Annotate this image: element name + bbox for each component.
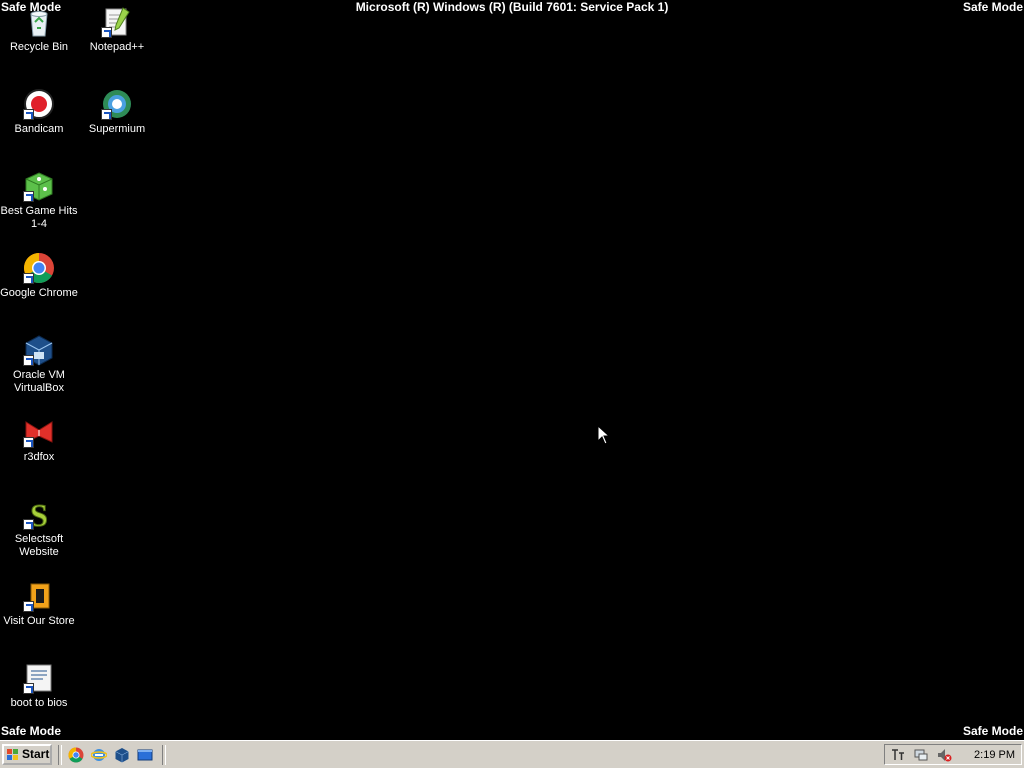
game-cube-icon: [23, 170, 55, 202]
desktop-icon-notepad-plus-plus[interactable]: Notepad++: [78, 6, 156, 54]
taskbar-clock[interactable]: 2:19 PM: [974, 748, 1015, 762]
notepad-plus-plus-icon: [101, 6, 133, 38]
supermium-icon: [101, 88, 133, 120]
input-method-icon[interactable]: [890, 747, 906, 763]
network-icon[interactable]: [913, 747, 929, 763]
shortcut-arrow-icon: [101, 109, 112, 120]
desktop-icon-label: Oracle VM VirtualBox: [13, 369, 65, 394]
chrome-icon: [23, 252, 55, 284]
desktop-icon-label: Selectsoft Website: [14, 533, 64, 558]
quick-launch-virtualbox-icon[interactable]: [114, 747, 130, 763]
safe-mode-label-bottom-left: Safe Mode: [1, 724, 62, 738]
selectsoft-icon: S: [23, 497, 55, 534]
quick-launch-internet-explorer-icon[interactable]: [90, 747, 108, 763]
desktop-icon-label: Recycle Bin: [9, 41, 69, 53]
desktop-icon-label: Google Chrome: [0, 287, 78, 299]
desktop-icon-boot-to-bios[interactable]: boot to bios: [0, 662, 78, 710]
desktop-icon-virtualbox[interactable]: Oracle VM VirtualBox: [0, 334, 78, 395]
shortcut-arrow-icon: [23, 519, 34, 530]
windows-flag-icon: [7, 749, 19, 760]
system-tray: 2:19 PM: [884, 744, 1022, 765]
desktop-icon-recycle-bin[interactable]: Recycle Bin: [0, 6, 78, 54]
shortcut-arrow-icon: [23, 683, 34, 694]
desktop-icon-label: Bandicam: [14, 123, 64, 135]
taskbar: Start 2:19 PM: [0, 740, 1024, 768]
taskbar-separator: [58, 745, 62, 765]
safe-mode-label-top-right: Safe Mode: [962, 0, 1023, 14]
desktop-icon-label: Supermium: [88, 123, 146, 135]
shortcut-arrow-icon: [23, 109, 34, 120]
mouse-cursor-icon: [597, 424, 611, 445]
shortcut-arrow-icon: [23, 355, 34, 366]
safe-mode-label-bottom-right: Safe Mode: [962, 724, 1023, 738]
desktop[interactable]: Safe Mode Microsoft (R) Windows (R) (Bui…: [0, 0, 1024, 740]
shortcut-arrow-icon: [101, 27, 112, 38]
r3dfox-icon: [23, 416, 55, 448]
desktop-icon-best-game-hits[interactable]: Best Game Hits 1-4: [0, 170, 78, 231]
desktop-icon-bandicam[interactable]: Bandicam: [0, 88, 78, 136]
desktop-icon-google-chrome[interactable]: Google Chrome: [0, 252, 78, 300]
virtualbox-icon: [23, 334, 55, 366]
desktop-icon-label: Notepad++: [89, 41, 145, 53]
document-icon: [23, 662, 55, 694]
start-button[interactable]: Start: [2, 744, 52, 765]
desktop-icon-selectsoft-website[interactable]: S Selectsoft Website: [0, 497, 78, 559]
shortcut-arrow-icon: [23, 437, 34, 448]
shortcut-arrow-icon: [23, 601, 34, 612]
store-icon: [23, 580, 55, 612]
start-button-label: Start: [22, 747, 50, 761]
quick-launch-chrome-icon[interactable]: [68, 747, 84, 763]
quick-launch-show-desktop-icon[interactable]: [137, 747, 153, 763]
recycle-bin-icon: [23, 6, 55, 38]
bandicam-icon: [23, 88, 55, 120]
desktop-icon-visit-our-store[interactable]: Visit Our Store: [0, 580, 78, 628]
desktop-icon-label: Best Game Hits 1-4: [0, 205, 78, 230]
taskbar-separator: [162, 745, 166, 765]
volume-muted-icon[interactable]: [936, 747, 952, 763]
desktop-icon-r3dfox[interactable]: r3dfox: [0, 416, 78, 464]
desktop-icon-label: boot to bios: [10, 697, 68, 709]
desktop-icon-label: r3dfox: [23, 451, 55, 463]
desktop-icon-label: Visit Our Store: [3, 615, 75, 627]
desktop-icon-supermium[interactable]: Supermium: [78, 88, 156, 136]
shortcut-arrow-icon: [23, 273, 34, 284]
shortcut-arrow-icon: [23, 191, 34, 202]
